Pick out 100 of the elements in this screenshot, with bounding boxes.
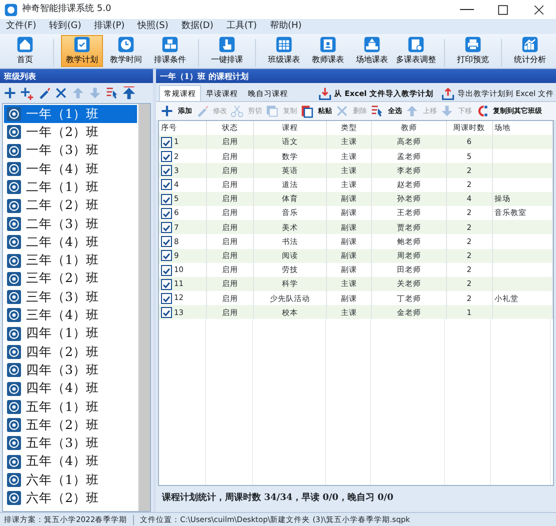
class-icon xyxy=(7,363,21,378)
building-icon xyxy=(363,36,381,53)
toolbar-icon-button[interactable] xyxy=(37,86,51,100)
window-title: 神奇智能排课系统 5.0 xyxy=(22,2,112,16)
clipboard-icon xyxy=(73,36,91,53)
menu-item[interactable]: 帮助(H) xyxy=(270,20,302,34)
toolbar-button[interactable]: 场地课表 xyxy=(351,35,393,67)
toolbar-icon-button[interactable] xyxy=(20,86,34,100)
plus-icon xyxy=(160,104,174,118)
class-icon xyxy=(7,400,21,414)
class-list-item[interactable]: 五年（4）班 xyxy=(4,452,137,471)
menu-item[interactable]: 数据(D) xyxy=(181,20,214,34)
toolbar-icon-button[interactable] xyxy=(3,86,17,100)
hand-icon xyxy=(218,36,236,53)
class-icon xyxy=(7,162,21,176)
toolbar-button[interactable]: 教学时间 xyxy=(105,35,147,67)
toolbar-button[interactable]: 首页 xyxy=(4,35,46,67)
menu-item[interactable]: 转到(G) xyxy=(49,20,82,34)
checkbox[interactable] xyxy=(161,292,172,304)
toolbar-button[interactable]: 多课表调整 xyxy=(395,35,437,67)
class-list-item[interactable]: 六年（1）班 xyxy=(4,470,137,490)
checkbox[interactable] xyxy=(161,264,172,276)
checkbox[interactable] xyxy=(161,250,172,262)
class-list-item[interactable]: 三年（1）班 xyxy=(4,251,137,270)
class-list-item[interactable]: 二年（4）班 xyxy=(4,233,137,252)
checkbox[interactable] xyxy=(161,179,172,190)
checkbox[interactable] xyxy=(161,278,172,290)
app-logo-icon xyxy=(4,2,18,16)
class-list-item[interactable]: 五年（2）班 xyxy=(4,416,137,434)
class-list-item[interactable]: 四年（2）班 xyxy=(4,342,137,362)
printer-icon xyxy=(464,36,482,53)
pencil-icon xyxy=(37,86,51,100)
class-list-item[interactable]: 二年（3）班 xyxy=(4,214,137,234)
export-icon xyxy=(441,87,456,101)
class-icon xyxy=(7,290,21,304)
class-icon xyxy=(7,454,21,469)
toolbar-button[interactable]: 教学计划 xyxy=(61,35,103,67)
class-icon xyxy=(7,308,21,322)
class-list-item[interactable]: 三年（2）班 xyxy=(4,270,137,288)
class-list-item[interactable]: 一年（3）班 xyxy=(4,142,137,160)
menu-item[interactable]: 快照(S) xyxy=(138,20,168,34)
checkbox[interactable] xyxy=(161,222,172,233)
scrollbar[interactable] xyxy=(138,104,150,511)
class-list-item[interactable]: 一年（4）班 xyxy=(4,160,137,178)
toolbar-button[interactable]: 打印预览 xyxy=(452,35,494,67)
plus-icon xyxy=(3,86,17,100)
up-arrow-icon xyxy=(71,86,85,100)
class-list-item[interactable]: 五年（1）班 xyxy=(4,398,137,416)
checkbox[interactable] xyxy=(161,194,172,205)
class-list-item[interactable]: 六年（2）班 xyxy=(4,489,137,508)
toolbar-button[interactable]: 班级课表 xyxy=(263,35,305,67)
class-icon xyxy=(7,254,21,268)
class-list-item[interactable]: 五年（3）班 xyxy=(4,434,137,453)
scissors-icon xyxy=(230,104,244,118)
copy-icon xyxy=(265,104,279,118)
checkbox[interactable] xyxy=(161,307,172,318)
checkbox[interactable] xyxy=(161,136,172,148)
cubes-icon xyxy=(161,36,179,53)
checkbox[interactable] xyxy=(161,208,172,219)
calendar-icon xyxy=(275,36,293,53)
class-icon xyxy=(7,180,21,194)
down-arrow-icon xyxy=(440,104,454,118)
class-icon xyxy=(7,198,21,213)
class-icon xyxy=(7,144,21,158)
class-list-item[interactable]: 四年（3）班 xyxy=(4,361,137,380)
class-list-item[interactable]: 二年（2）班 xyxy=(4,196,137,215)
class-icon xyxy=(7,216,21,231)
class-list-item[interactable]: 四年（4）班 xyxy=(4,379,137,398)
chart-icon xyxy=(521,36,539,53)
class-list-item[interactable]: 三年（4）班 xyxy=(4,306,137,325)
toolbar-button[interactable]: 教师课表 xyxy=(307,35,349,67)
summary-text: 课程计划统计，周课时数 34/34，早读 0/0，晚自习 0/0 xyxy=(160,491,394,506)
class-list-item[interactable]: 二年（1）班 xyxy=(4,178,137,196)
toolbar-button[interactable]: 排课条件 xyxy=(149,35,191,67)
class-list-item[interactable]: 一年（1）班 xyxy=(4,105,137,124)
menu-item[interactable]: 工具(T) xyxy=(226,20,257,34)
panel-title: 一年（1）班 的课程计划 xyxy=(156,69,556,83)
pencil-icon xyxy=(195,104,209,118)
checkbox[interactable] xyxy=(161,151,172,162)
checkbox[interactable] xyxy=(161,165,172,176)
toolbar-icon-button[interactable] xyxy=(54,86,68,100)
menu-item[interactable]: 文件(F) xyxy=(6,20,36,34)
toolbar-button[interactable]: 一键排课 xyxy=(206,35,248,67)
minimize-icon xyxy=(460,8,474,10)
class-icon xyxy=(7,382,21,396)
class-list-item[interactable]: 四年（1）班 xyxy=(4,324,137,343)
toolbar-button[interactable]: 统计分析 xyxy=(509,35,551,67)
class-icon xyxy=(7,235,21,250)
up-arrow-icon xyxy=(405,104,419,118)
class-icon xyxy=(7,418,21,432)
up-arrow-icon xyxy=(122,86,136,100)
checkbox[interactable] xyxy=(161,236,172,248)
class-list-item[interactable]: 三年（3）班 xyxy=(4,288,137,306)
toolbar-icon-button[interactable] xyxy=(105,86,119,100)
delete-icon xyxy=(335,104,349,118)
toolbar-icon-button[interactable] xyxy=(122,86,136,100)
document-icon xyxy=(407,36,425,53)
class-list-item[interactable]: 一年（2）班 xyxy=(4,123,137,142)
menu-item[interactable]: 排课(P) xyxy=(94,20,125,34)
class-icon xyxy=(7,107,21,122)
